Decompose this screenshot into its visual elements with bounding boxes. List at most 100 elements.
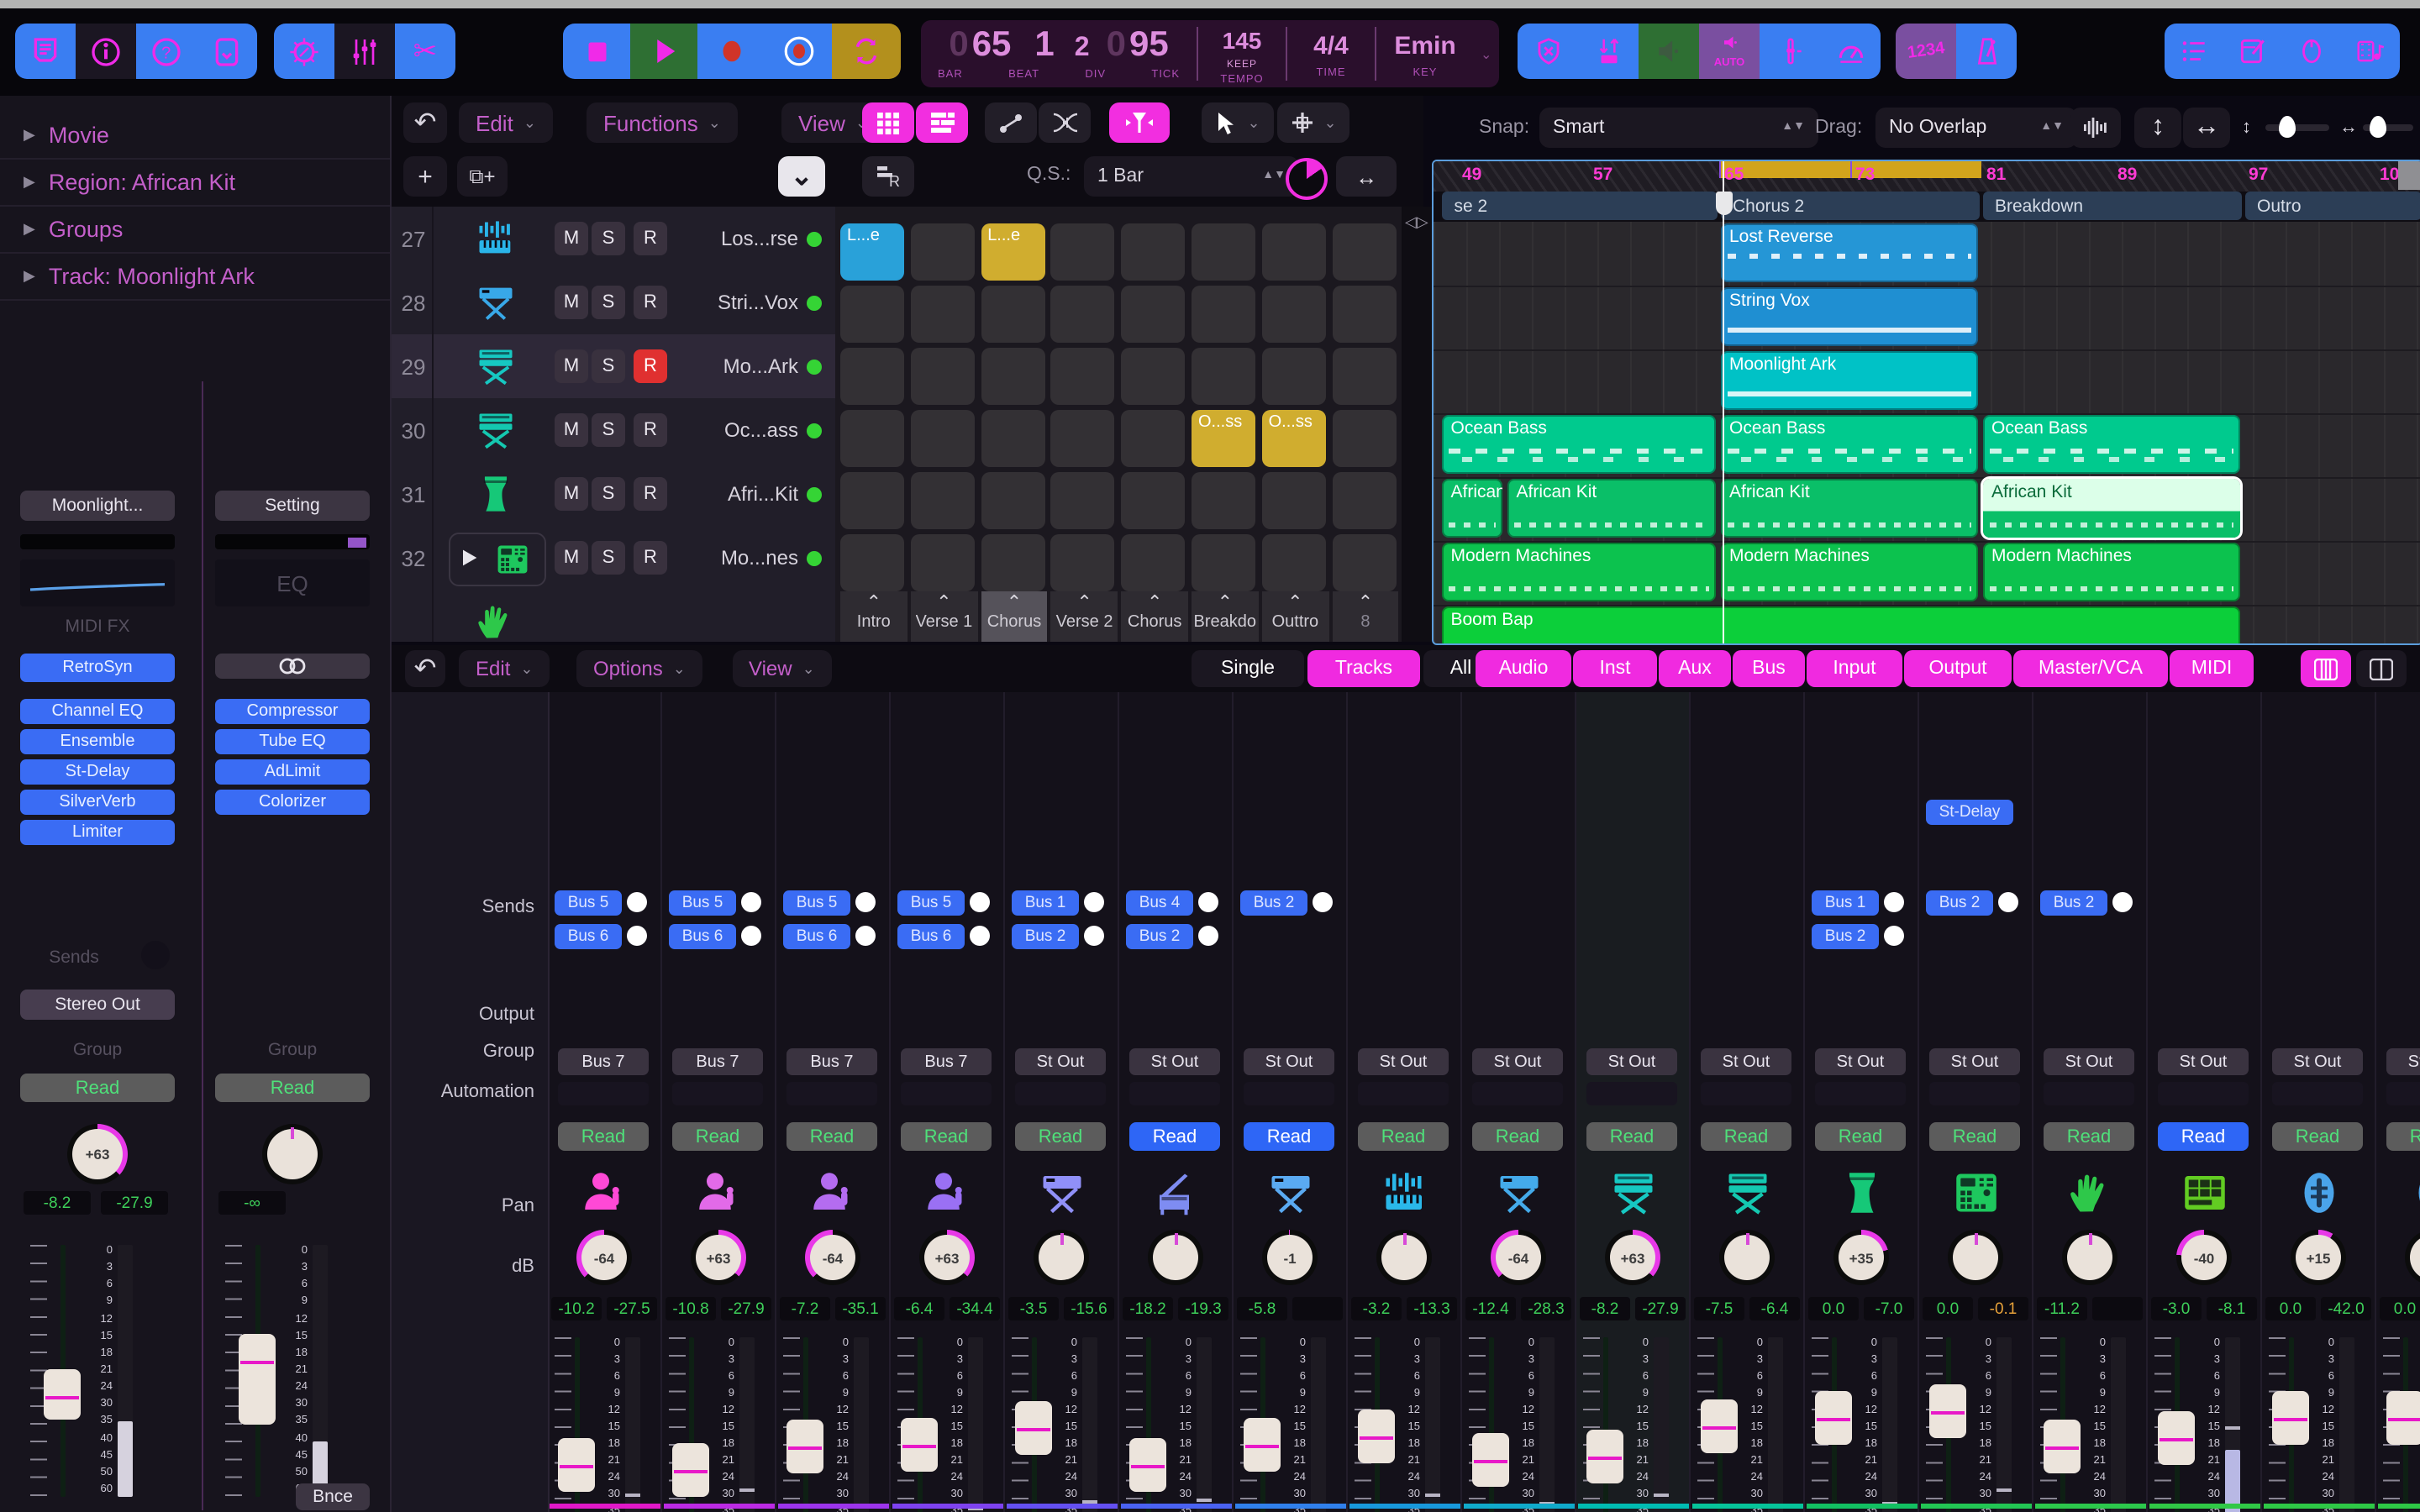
quantize-start-select[interactable]: 1 Bar▲▼	[1084, 156, 1299, 197]
mute-button[interactable]: M	[555, 541, 588, 575]
automation-mode-button[interactable]: Read	[1929, 1122, 2020, 1151]
bounce-button[interactable]: Bnce	[296, 1483, 370, 1510]
loop-cell-empty[interactable]	[1051, 286, 1115, 343]
loop-cell-empty[interactable]	[1121, 534, 1185, 591]
vertical-zoom-button[interactable]: ↕	[2134, 108, 2181, 148]
track-row[interactable]: 27MSRLos...rse	[392, 207, 835, 272]
group-slot[interactable]	[1015, 1082, 1106, 1105]
send-knob[interactable]	[1884, 926, 1904, 946]
loop-cell-empty[interactable]	[1121, 348, 1185, 405]
bar-ruler[interactable]: 49576573818997105	[1434, 161, 2420, 192]
automation-mode-button[interactable]: Read	[1586, 1122, 1677, 1151]
output-slot[interactable]: St Out	[1929, 1048, 2020, 1075]
output-slot[interactable]: Bus 7	[786, 1048, 877, 1075]
volume-fader[interactable]	[2044, 1419, 2081, 1473]
volume-fader[interactable]	[1129, 1439, 1166, 1493]
output-slot[interactable]: St Out	[2272, 1048, 2363, 1075]
send-knob[interactable]	[970, 892, 990, 912]
filter-midi[interactable]: MIDI	[2170, 650, 2254, 687]
pan-knob[interactable]: +63	[691, 1230, 746, 1285]
loop-cell-empty[interactable]	[1051, 223, 1115, 281]
loop-cell-empty[interactable]	[840, 534, 904, 591]
strip-eq-thumbnail[interactable]	[20, 559, 175, 606]
loop-cell[interactable]: L...e	[840, 223, 904, 281]
send-slot[interactable]: Bus 6	[897, 924, 965, 949]
volume-fader[interactable]	[1358, 1410, 1395, 1463]
pan-knob[interactable]: +63	[1605, 1230, 1660, 1285]
send-knob[interactable]	[1313, 892, 1333, 912]
automation-mode-button[interactable]: Read	[2044, 1122, 2134, 1151]
secondary-tool-menu[interactable]: ⌄	[1277, 102, 1349, 143]
notepad-icon[interactable]	[2223, 24, 2282, 79]
loop-cell-empty[interactable]	[1332, 472, 1396, 529]
play-cell-button[interactable]	[457, 546, 481, 578]
solo-button[interactable]: S	[592, 541, 625, 575]
lcd-tempo[interactable]: 145KEEPTEMPO	[1198, 20, 1286, 87]
pan-knob[interactable]	[262, 1124, 323, 1184]
scene-trigger[interactable]: ⌃Chorus	[1121, 591, 1188, 642]
loop-cell-empty[interactable]	[1262, 348, 1326, 405]
sends-knob-slot[interactable]	[141, 941, 170, 969]
send-slot[interactable]: Bus 5	[669, 890, 736, 916]
mixer-channel-strip[interactable]: Bus 5Bus 6Bus 7Read-64-10.2-27.503691215…	[548, 692, 662, 1512]
pan-knob[interactable]	[2062, 1230, 2118, 1285]
record-enable-button[interactable]: R	[634, 222, 667, 255]
loop-cell-empty[interactable]	[1192, 348, 1255, 405]
automation-mode-button[interactable]: Read	[1129, 1122, 1220, 1151]
loop-cell-empty[interactable]	[1121, 223, 1185, 281]
add-track-button[interactable]: +	[403, 156, 447, 197]
undo-button[interactable]: ↶	[403, 102, 447, 143]
loop-cell-empty[interactable]	[981, 348, 1044, 405]
scene-play-icon[interactable]: ⌃	[936, 595, 951, 612]
mixer-channel-strip[interactable]: St OutRead+150.0-42.00369121518212430354…	[2262, 692, 2376, 1512]
mixer-channel-strip[interactable]: Bus 5Bus 6Bus 7Read+63-6.4-34.4036912151…	[891, 692, 1005, 1512]
scene-play-icon[interactable]: ⌃	[1358, 595, 1373, 612]
loop-cell-empty[interactable]	[911, 534, 975, 591]
audio-fx-slot[interactable]: St-Delay	[20, 759, 175, 785]
disclosure-triangle-icon[interactable]: ▶	[24, 172, 35, 191]
automation-mode-button[interactable]: Read	[215, 1074, 370, 1102]
play-button[interactable]	[630, 24, 697, 79]
flex-button[interactable]	[1039, 102, 1091, 143]
mute-button[interactable]: M	[555, 222, 588, 255]
loop-cell-empty[interactable]	[911, 223, 975, 281]
send-knob[interactable]	[627, 892, 647, 912]
mixer-channel-strip[interactable]: St OutRead-7.5-6.40369121518212430354045…	[1691, 692, 1805, 1512]
replace-icon[interactable]	[1518, 24, 1578, 79]
filter-bus[interactable]: Bus	[1733, 650, 1805, 687]
pan-knob[interactable]: +35	[1833, 1230, 1889, 1285]
send-slot[interactable]: Bus 1	[1812, 890, 1879, 916]
instrument-slot[interactable]: RetroSyn	[20, 654, 175, 682]
audio-fx-slot[interactable]: Tube EQ	[215, 729, 370, 754]
region[interactable]: Modern Machines	[1983, 543, 2240, 601]
send-knob[interactable]	[741, 892, 761, 912]
mixer-icon[interactable]	[334, 24, 395, 79]
strip-gain-bar[interactable]	[20, 534, 175, 549]
mixer-channel-strip[interactable]: St OutRead0.003691215182124303540455060R…	[2376, 692, 2420, 1512]
lcd-beat[interactable]: 1	[1034, 28, 1054, 61]
group-slot[interactable]	[1701, 1082, 1791, 1105]
mute-button[interactable]: M	[555, 286, 588, 319]
channel-strip-title[interactable]: Moonlight...	[20, 491, 175, 521]
output-slot[interactable]: St Out	[2158, 1048, 2249, 1075]
track-row[interactable]: 29MSRMo...Ark	[392, 334, 835, 400]
output-slot[interactable]: St Out	[1244, 1048, 1334, 1075]
loop-cell-empty[interactable]	[1262, 534, 1326, 591]
send-knob[interactable]	[627, 926, 647, 946]
mute-button[interactable]: M	[555, 413, 588, 447]
region[interactable]: African Kit	[1983, 479, 2240, 538]
lcd-key[interactable]: EminKEY	[1376, 20, 1474, 87]
mixer-channel-strip[interactable]: Bus 4Bus 2St OutRead-18.2-19.30369121518…	[1119, 692, 1234, 1512]
output-slot[interactable]: St Out	[2044, 1048, 2134, 1075]
scene-play-icon[interactable]: ⌃	[1147, 595, 1162, 612]
volume-fader[interactable]	[1015, 1402, 1052, 1456]
group-slot[interactable]	[1929, 1082, 2020, 1105]
mixer-channel-strip[interactable]: Bus 5Bus 6Bus 7Read-64-7.2-35.1036912151…	[776, 692, 891, 1512]
mute-button[interactable]: M	[555, 477, 588, 511]
audio-fx-slot[interactable]: Channel EQ	[20, 699, 175, 724]
loop-cell-empty[interactable]	[1262, 223, 1326, 281]
volume-fader[interactable]	[558, 1439, 595, 1493]
inspector-section-region-african-kit[interactable]: ▶Region: African Kit	[0, 158, 390, 207]
pan-knob[interactable]	[2405, 1230, 2420, 1285]
volume-fader[interactable]	[1472, 1433, 1509, 1487]
